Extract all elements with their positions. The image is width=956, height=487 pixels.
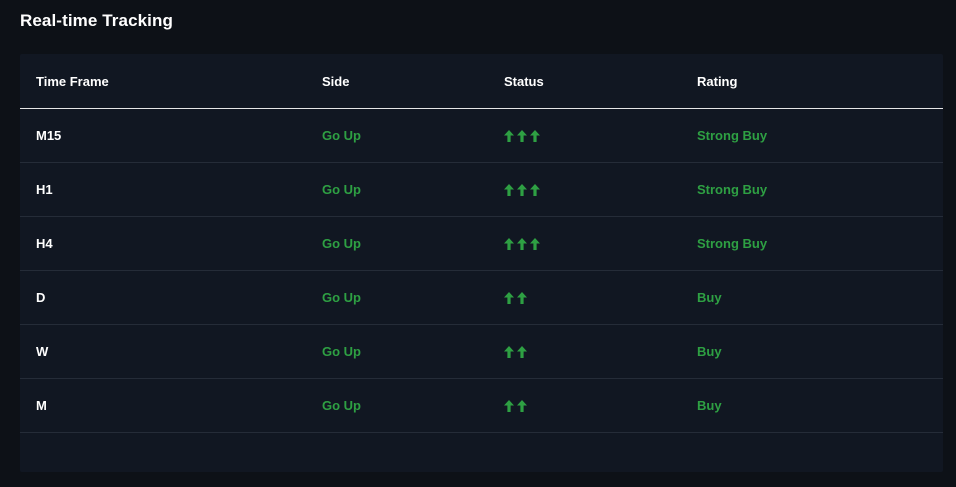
rating-cell: Strong Buy	[697, 236, 768, 251]
side-cell: Go Up	[322, 290, 361, 305]
table-row: H4 Go Up Strong Buy	[20, 217, 943, 271]
rating-cell: Strong Buy	[697, 182, 768, 197]
side-cell: Go Up	[322, 344, 361, 359]
side-cell: Go Up	[322, 236, 361, 251]
time-frame-cell: W	[36, 344, 49, 359]
time-frame-cell: M	[36, 398, 47, 413]
page-title: Real-time Tracking	[20, 11, 173, 30]
arrow-up-icon	[517, 291, 527, 304]
arrow-up-icon	[504, 183, 514, 196]
rating-cell: Buy	[697, 344, 722, 359]
rating-cell: Buy	[697, 398, 722, 413]
arrow-up-icon	[517, 183, 527, 196]
table-row: M15 Go Up Strong Buy	[20, 109, 943, 163]
side-cell: Go Up	[322, 398, 361, 413]
status-cell	[504, 271, 527, 324]
status-cell	[504, 163, 540, 216]
rating-cell: Strong Buy	[697, 128, 768, 143]
table-row: H1 Go Up Strong Buy	[20, 163, 943, 217]
rating-cell: Buy	[697, 290, 722, 305]
status-cell	[504, 325, 527, 378]
arrow-up-icon	[530, 129, 540, 142]
status-cell	[504, 109, 540, 162]
arrow-up-icon	[504, 399, 514, 412]
tracking-table: Time Frame Side Status Rating M15 Go Up …	[20, 54, 943, 472]
side-cell: Go Up	[322, 182, 361, 197]
header-status: Status	[504, 73, 544, 89]
table-row: W Go Up Buy	[20, 325, 943, 379]
arrow-up-icon	[504, 291, 514, 304]
arrow-up-icon	[504, 237, 514, 250]
time-frame-cell: H1	[36, 182, 53, 197]
status-cell	[504, 217, 540, 270]
arrow-up-icon	[504, 129, 514, 142]
table-row: M Go Up Buy	[20, 379, 943, 433]
header-rating: Rating	[697, 73, 738, 89]
arrow-up-icon	[517, 129, 527, 142]
table-row: D Go Up Buy	[20, 271, 943, 325]
arrow-up-icon	[504, 345, 514, 358]
status-cell	[504, 379, 527, 432]
time-frame-cell: M15	[36, 128, 62, 143]
arrow-up-icon	[517, 399, 527, 412]
real-time-tracking-page: Real-time Tracking Time Frame Side Statu…	[0, 0, 956, 487]
table-header: Time Frame Side Status Rating	[20, 54, 943, 109]
arrow-up-icon	[517, 237, 527, 250]
time-frame-cell: D	[36, 290, 46, 305]
arrow-up-icon	[517, 345, 527, 358]
time-frame-cell: H4	[36, 236, 53, 251]
arrow-up-icon	[530, 183, 540, 196]
table-body: M15 Go Up Strong Buy H1 Go Up Strong Buy…	[20, 109, 943, 433]
arrow-up-icon	[530, 237, 540, 250]
side-cell: Go Up	[322, 128, 361, 143]
header-time-frame: Time Frame	[36, 73, 109, 89]
header-side: Side	[322, 73, 350, 89]
